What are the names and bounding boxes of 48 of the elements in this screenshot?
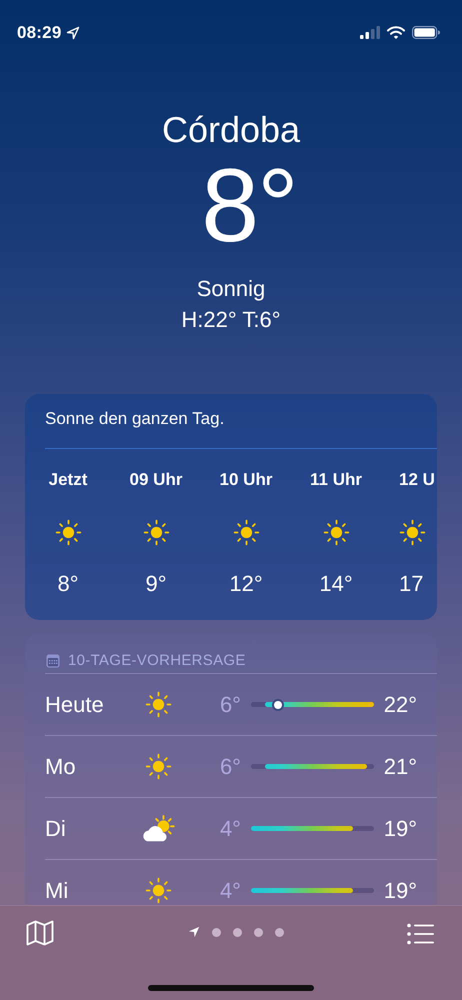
hour-label: 12 U [399, 470, 435, 490]
hour-label: 10 Uhr [220, 470, 272, 490]
wifi-icon [387, 26, 405, 39]
sun-icon [54, 519, 82, 546]
hour-label: 09 Uhr [130, 470, 182, 490]
hour-label: 11 Uhr [310, 470, 362, 490]
high-low-temperature: H:22° T:6° [181, 306, 281, 334]
signal-icon [360, 26, 380, 39]
battery-icon [412, 26, 440, 39]
hour-label: Jetzt [48, 470, 88, 490]
status-time: 08:29 [17, 23, 62, 43]
day-name: Di [45, 816, 67, 842]
low-temperature: 4° [218, 816, 241, 842]
list-icon[interactable] [407, 923, 435, 945]
sun-icon [142, 519, 170, 546]
hour-temperature: 14° [319, 571, 353, 597]
day-name: Mo [45, 754, 77, 780]
low-temperature: 4° [218, 878, 241, 904]
location-arrow-icon[interactable] [188, 926, 200, 938]
calendar-icon [46, 654, 60, 668]
city-name: Córdoba [162, 109, 300, 151]
low-temperature: 6° [218, 754, 241, 780]
page-dot[interactable] [232, 928, 242, 936]
section-title: 10-TAGE-VORHERSAGE [68, 652, 246, 669]
sun-icon [232, 519, 260, 546]
weather-condition: Sonnig [196, 275, 266, 303]
sun-icon [145, 753, 172, 780]
hour-temperature: 9° [145, 571, 167, 597]
low-temperature: 6° [218, 692, 241, 718]
sun-icon [145, 877, 172, 904]
page-dot[interactable] [212, 928, 220, 936]
page-dot[interactable] [274, 928, 284, 936]
sun-icon [399, 519, 426, 546]
hour-temperature: 8° [57, 571, 79, 597]
sun-icon [322, 519, 350, 546]
high-temperature: 22° [384, 692, 417, 718]
high-temperature: 21° [384, 754, 417, 780]
high-temperature: 19° [384, 878, 417, 904]
forecast-summary: Sonne den ganzen Tag. [44, 408, 226, 430]
day-name: Mi [45, 878, 70, 904]
hour-temperature: 17 [399, 571, 424, 597]
hour-temperature: 12° [229, 571, 263, 597]
high-temperature: 19° [384, 816, 417, 842]
map-icon[interactable] [26, 920, 54, 946]
day-name: Heute [45, 692, 105, 718]
page-dot[interactable] [254, 928, 262, 936]
sun-icon [145, 691, 172, 718]
current-temperature: 8° [201, 153, 297, 259]
